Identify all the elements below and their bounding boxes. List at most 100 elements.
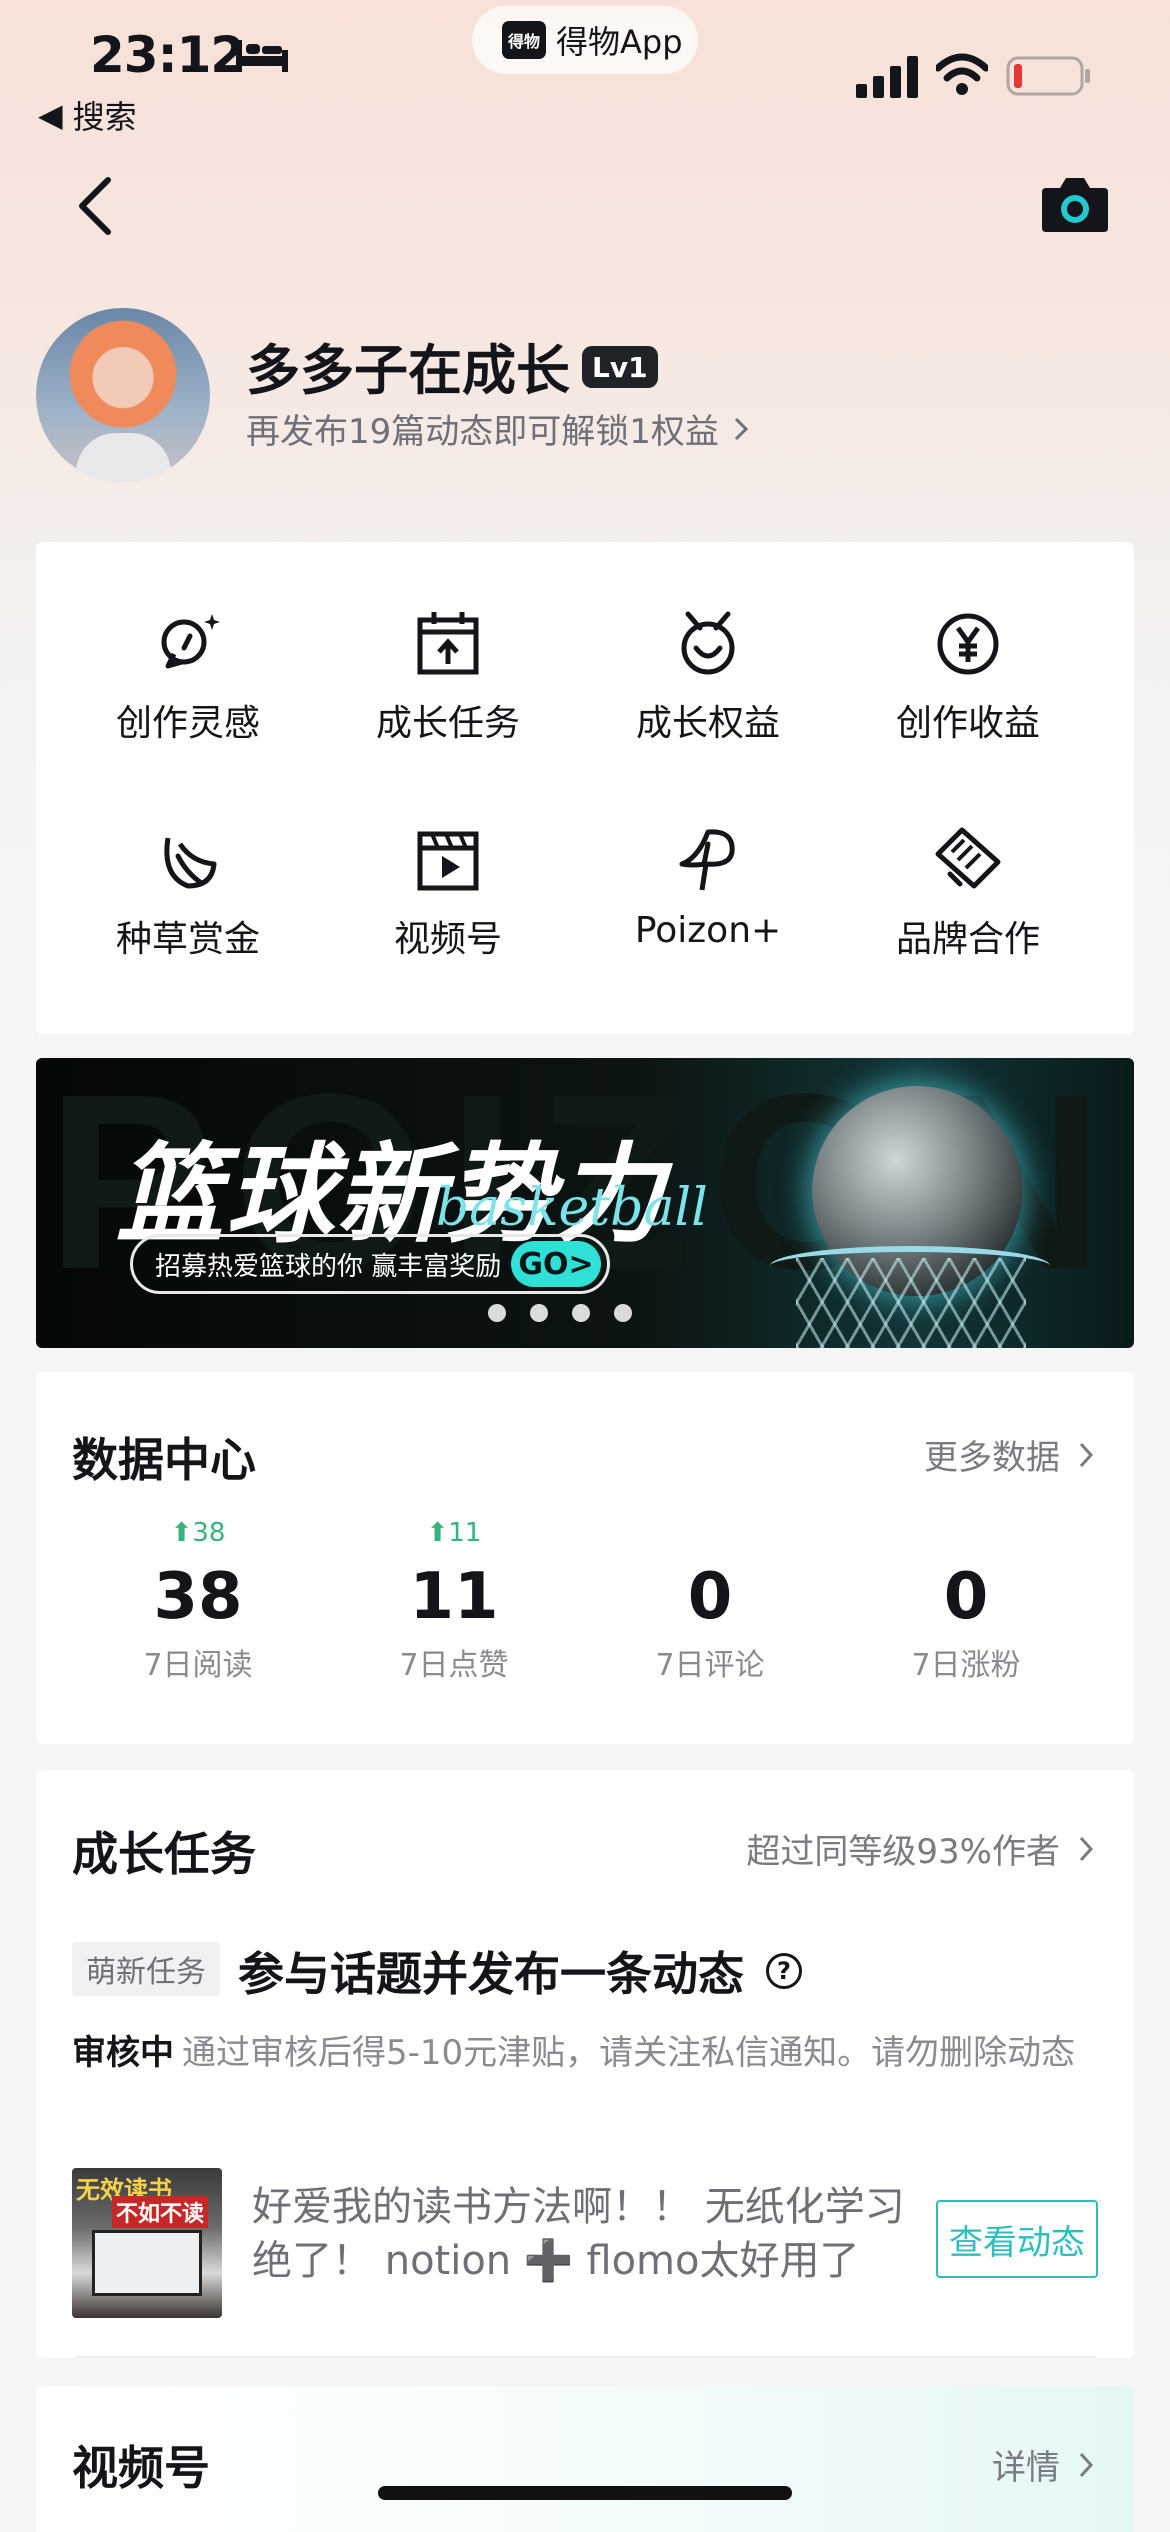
leaf-icon — [164, 837, 217, 889]
back-to-app-label: 搜索 — [72, 98, 137, 136]
task-title: 参与话题并发布一条动态 ? — [238, 1938, 802, 2004]
video-clapper-icon — [417, 831, 479, 891]
laptop-screen-image — [92, 2230, 202, 2296]
stat-value: 0 — [687, 1560, 733, 1634]
stat-value: 38 — [153, 1560, 243, 1634]
poizon-icon — [679, 829, 735, 891]
banner-go-button[interactable]: GO> — [511, 1241, 601, 1287]
stat-value: 11 — [409, 1560, 499, 1634]
carousel-dot[interactable] — [572, 1304, 590, 1322]
tool-label: Poizon+ — [634, 910, 782, 951]
chevron-right-icon — [1079, 2452, 1094, 2477]
tool-label: 视频号 — [393, 919, 502, 960]
chevron-right-icon — [1079, 1442, 1094, 1467]
video-details-label: 详情 — [992, 2448, 1060, 2488]
more-data-label: 更多数据 — [924, 1438, 1060, 1478]
stat-caption: 7日点赞 — [399, 1648, 509, 1683]
task-tag: 萌新任务 — [72, 1942, 220, 1996]
tool-label: 品牌合作 — [895, 919, 1040, 960]
carousel-dot[interactable] — [614, 1304, 632, 1322]
stat-7d-reads[interactable]: ⬆38 38 7日阅读 — [78, 1518, 318, 1684]
tool-poizon-plus[interactable]: Poizon+ — [578, 824, 838, 951]
banner-script-text: basketball — [436, 1178, 708, 1238]
stat-caption: 7日评论 — [655, 1648, 765, 1683]
tool-growth-tasks[interactable]: 成长任务 — [318, 608, 578, 746]
review-status-text: 通过审核后得5-10元津贴，请关注私信通知。请勿删除动态 — [182, 2033, 1076, 2073]
nickname: 多多子在成长 — [246, 339, 570, 402]
back-triangle-icon: ◀ — [38, 96, 63, 134]
growth-tasks-title: 成长任务 — [72, 1827, 256, 1881]
tool-label: 成长任务 — [375, 703, 520, 744]
tool-label: 成长权益 — [635, 703, 780, 744]
creator-tools-card: 创作灵感 成长任务 成长权益 创作收益 种草赏金 视频号 Poizon+ 品牌合… — [36, 542, 1134, 1034]
unlock-hint-text: 再发布19篇动态即可解锁1权益 — [246, 412, 719, 452]
lightbulb-icon — [161, 614, 220, 669]
level-badge: Lv1 — [582, 346, 658, 388]
video-details-link[interactable]: 详情 — [992, 2440, 1094, 2489]
banner-cta[interactable]: 招募热爱篮球的你 赢丰富奖励 GO> — [130, 1234, 610, 1294]
help-question-icon[interactable]: ? — [766, 1953, 802, 1989]
promo-banner[interactable]: POIZON 篮球新势力 basketball 招募热爱篮球的你 赢丰富奖励 G… — [36, 1058, 1134, 1348]
banner-subline: 招募热爱篮球的你 赢丰富奖励 — [155, 1251, 502, 1282]
chevron-right-icon — [734, 417, 749, 440]
growth-rank-link[interactable]: 超过同等级93%作者 — [746, 1824, 1094, 1873]
stat-delta: ⬆38 — [170, 1518, 226, 1548]
stat-delta — [846, 1518, 1086, 1552]
divider — [76, 2356, 1096, 2358]
app-indicator-pill[interactable]: 得物 得物App — [472, 6, 698, 74]
stat-value: 0 — [943, 1560, 989, 1634]
tool-seeding-bounty[interactable]: 种草赏金 — [58, 824, 318, 962]
stat-delta — [590, 1518, 830, 1552]
stat-caption: 7日阅读 — [143, 1648, 253, 1683]
tool-creator-earnings[interactable]: 创作收益 — [838, 608, 1098, 746]
growth-rank-label: 超过同等级93%作者 — [746, 1832, 1060, 1872]
tool-label: 创作收益 — [895, 703, 1040, 744]
tool-label: 创作灵感 — [115, 703, 260, 744]
growth-tasks-card: 成长任务 超过同等级93%作者 萌新任务 参与话题并发布一条动态 ? 审核中 通过… — [36, 1770, 1134, 2358]
wifi-icon — [936, 53, 988, 95]
chevron-right-icon — [1079, 1836, 1094, 1861]
review-status-label: 审核中 — [72, 2033, 174, 2073]
data-center-title: 数据中心 — [72, 1433, 256, 1487]
tool-video-channel[interactable]: 视频号 — [318, 824, 578, 962]
data-center-card: 数据中心 更多数据 ⬆38 38 7日阅读 ⬆11 11 7日点赞 0 7日评论… — [36, 1372, 1134, 1744]
status-time: 23:12 — [90, 26, 245, 84]
tool-label: 种草赏金 — [115, 919, 260, 960]
net-image — [796, 1258, 1026, 1348]
battery-low-icon — [1006, 56, 1090, 96]
calendar-upload-icon — [417, 612, 479, 675]
sleep-focus-icon — [236, 40, 288, 72]
more-data-link[interactable]: 更多数据 — [924, 1430, 1094, 1479]
stat-7d-followers[interactable]: 0 7日涨粉 — [846, 1518, 1086, 1684]
stat-7d-likes[interactable]: ⬆11 11 7日点赞 — [334, 1518, 574, 1684]
handshake-icon — [935, 827, 1001, 889]
home-indicator[interactable] — [378, 2486, 792, 2500]
avatar[interactable] — [36, 308, 210, 482]
app-indicator-label: 得物App — [556, 23, 683, 61]
stat-caption: 7日涨粉 — [911, 1648, 1021, 1683]
view-post-button[interactable]: 查看动态 — [936, 2200, 1098, 2278]
unlock-hint-link[interactable]: 再发布19篇动态即可解锁1权益 — [246, 404, 749, 453]
review-status: 审核中 通过审核后得5-10元津贴，请关注私信通知。请勿删除动态 — [72, 2028, 1092, 2078]
task-title-text: 参与话题并发布一条动态 — [238, 1947, 744, 2001]
carousel-dot[interactable] — [488, 1304, 506, 1322]
video-channel-title: 视频号 — [72, 2441, 210, 2495]
tool-creative-inspiration[interactable]: 创作灵感 — [58, 608, 318, 746]
back-chevron-icon[interactable] — [72, 176, 122, 236]
post-text[interactable]: 好爱我的读书方法啊！！ 无纸化学习绝了！ notion ➕ flomo太好用了 — [252, 2180, 932, 2288]
stat-delta: ⬆11 — [426, 1518, 482, 1548]
dewu-logo-icon: 得物 — [502, 21, 546, 59]
stat-7d-comments[interactable]: 0 7日评论 — [590, 1518, 830, 1684]
camera-icon[interactable] — [1040, 174, 1110, 234]
tool-growth-benefits[interactable]: 成长权益 — [578, 608, 838, 746]
post-thumbnail[interactable]: 无效读书 不如不读 — [72, 2168, 222, 2318]
thumb-subheadline: 不如不读 — [112, 2196, 209, 2228]
cellular-signal-icon — [856, 56, 918, 98]
carousel-indicator — [488, 1304, 632, 1322]
yen-coin-icon — [937, 613, 999, 675]
back-to-app-link[interactable]: ◀ 搜索 — [38, 92, 137, 138]
video-channel-card: 视频号 详情 — [36, 2386, 1134, 2532]
tool-brand-cooperation[interactable]: 品牌合作 — [838, 824, 1098, 962]
carousel-dot[interactable] — [530, 1304, 548, 1322]
medal-icon — [681, 611, 735, 675]
